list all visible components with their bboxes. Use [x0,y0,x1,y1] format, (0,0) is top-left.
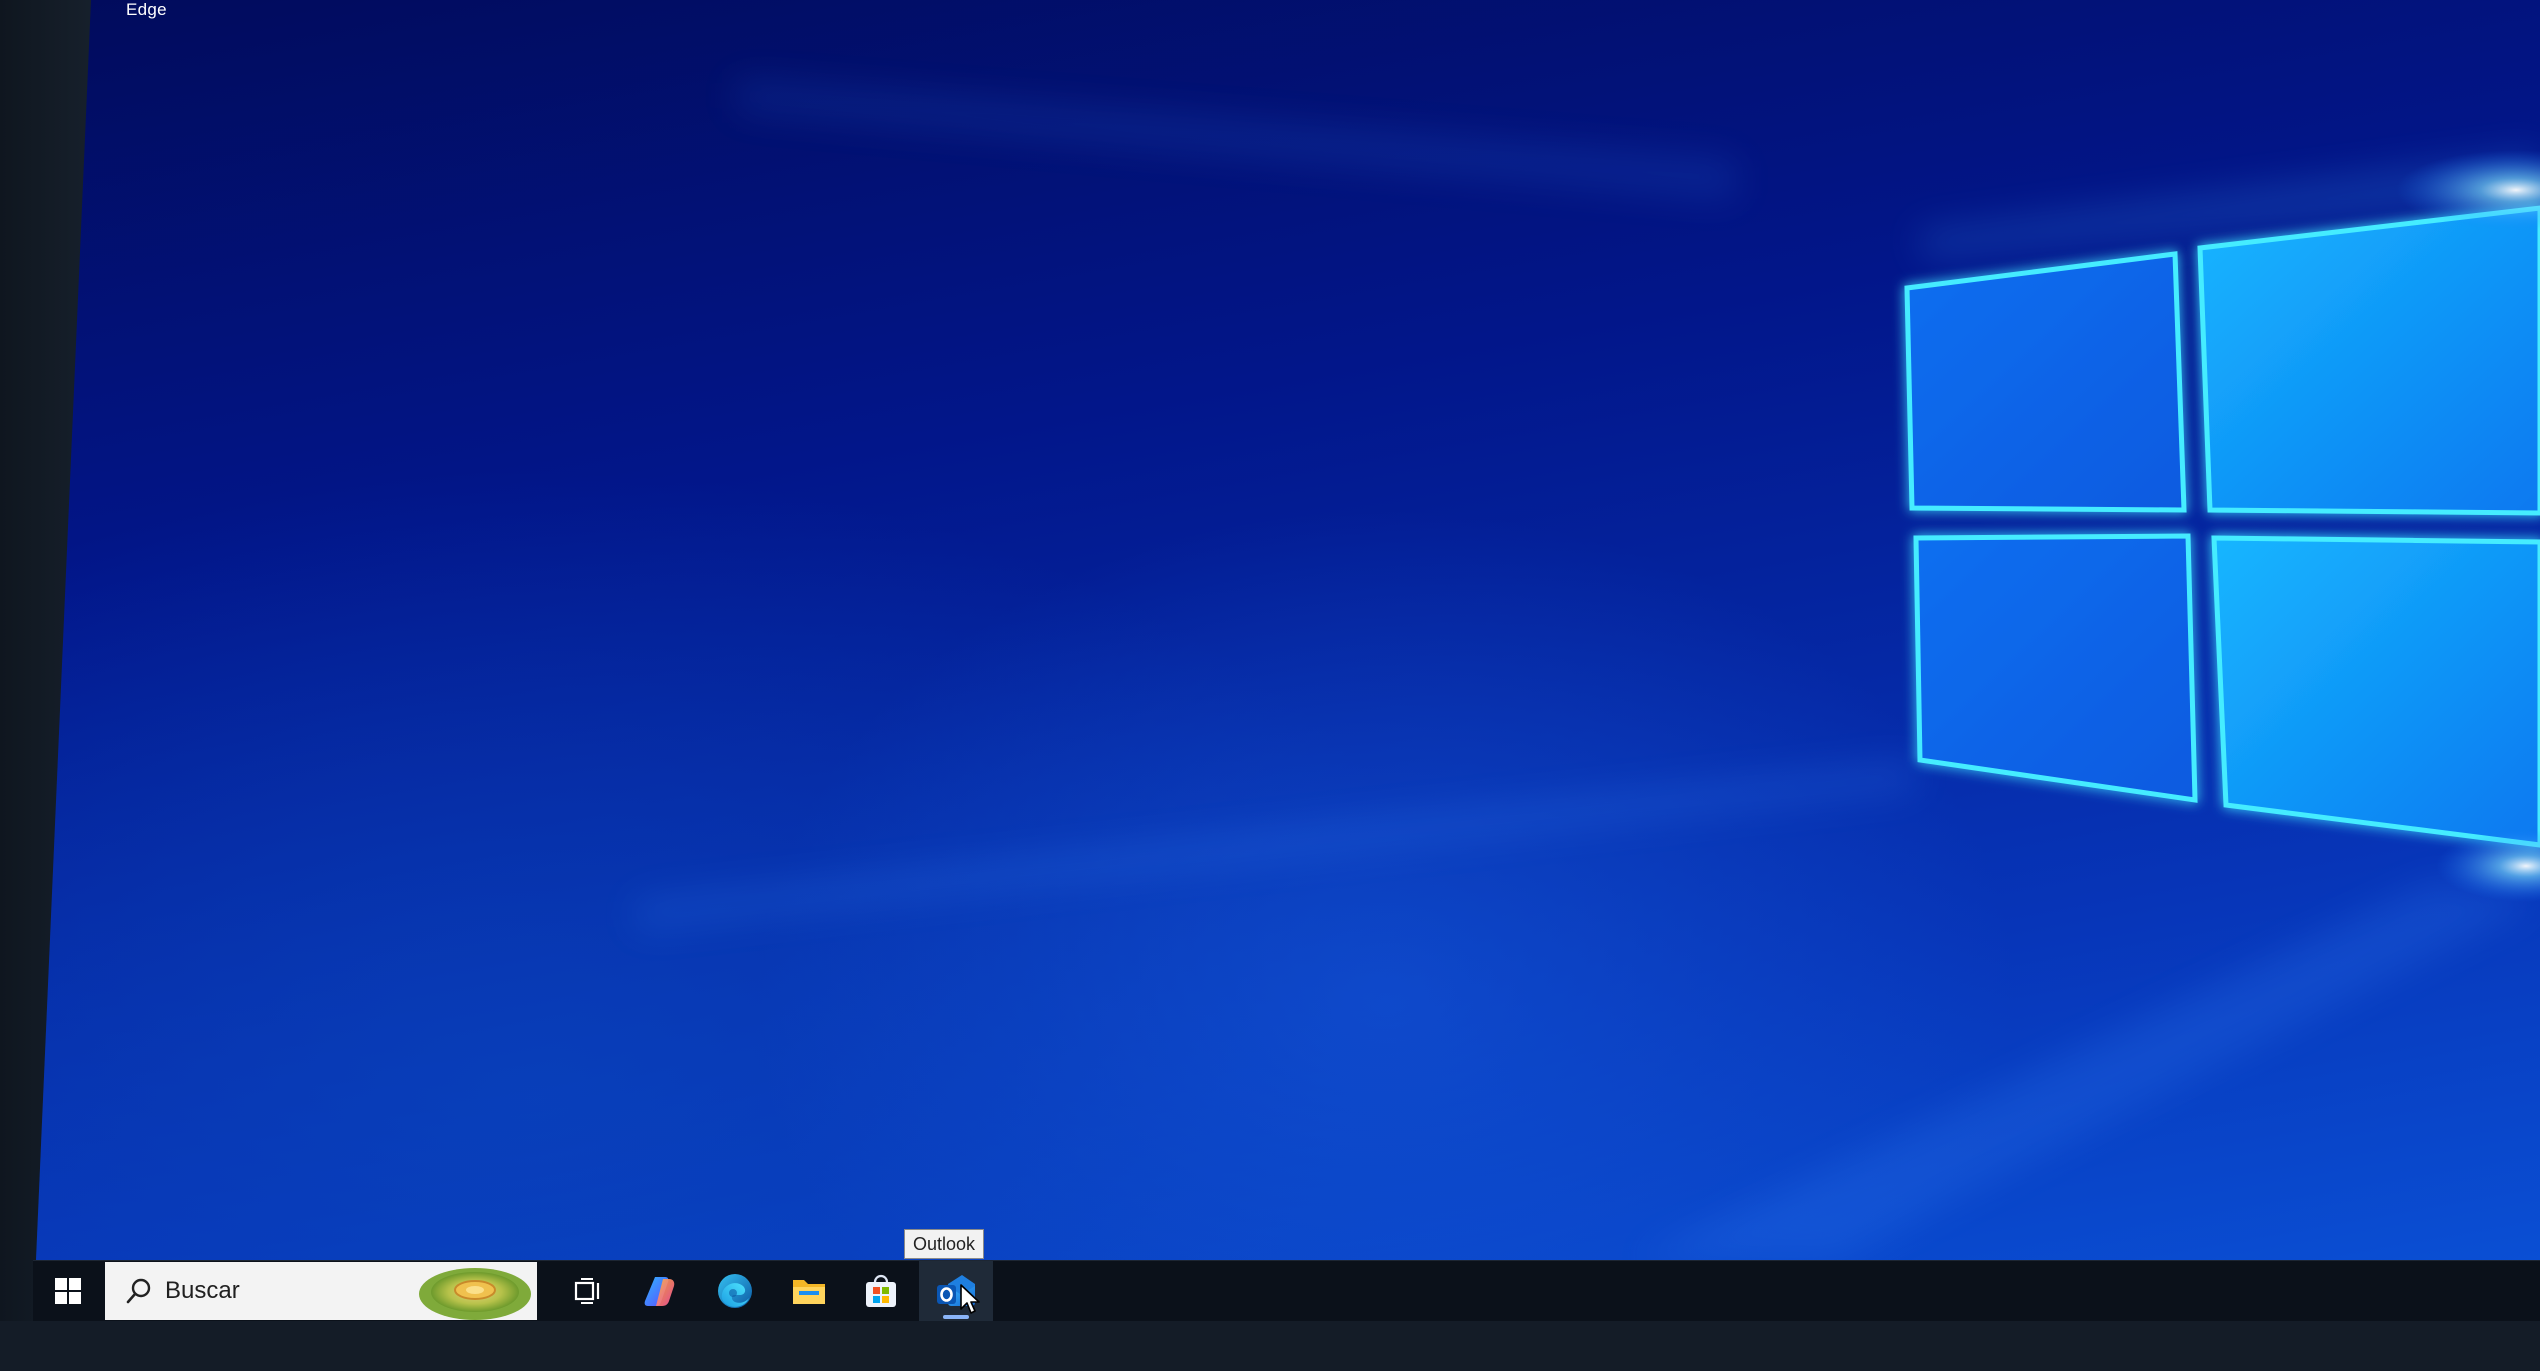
copilot-button[interactable] [625,1261,697,1321]
search-icon [123,1275,155,1307]
screen: Edge Buscar Outlook [0,0,2540,1371]
search-highlight-illustration-icon [419,1268,531,1320]
top-edge-label: Edge [126,0,167,19]
store-icon [866,1274,896,1307]
start-button[interactable] [33,1261,103,1321]
copilot-icon [644,1277,675,1306]
search-placeholder: Buscar [165,1277,240,1304]
windows-start-icon [55,1278,81,1304]
task-view-icon [574,1278,600,1304]
store-button[interactable] [845,1261,917,1321]
taskbar: Buscar [33,1260,2540,1321]
mouse-pointer-icon [960,1284,980,1314]
search-box[interactable]: Buscar [105,1262,537,1320]
windows-logo-wallpaper [636,80,2540,1260]
outlook-tooltip: Outlook [904,1229,985,1259]
edge-button[interactable] [699,1261,771,1321]
monitor-bezel-bottom [0,1321,2540,1371]
file-explorer-button[interactable] [773,1261,845,1321]
folder-icon [793,1280,825,1304]
desktop[interactable] [36,0,2540,1260]
edge-icon [718,1274,752,1308]
task-view-button[interactable] [553,1261,623,1321]
